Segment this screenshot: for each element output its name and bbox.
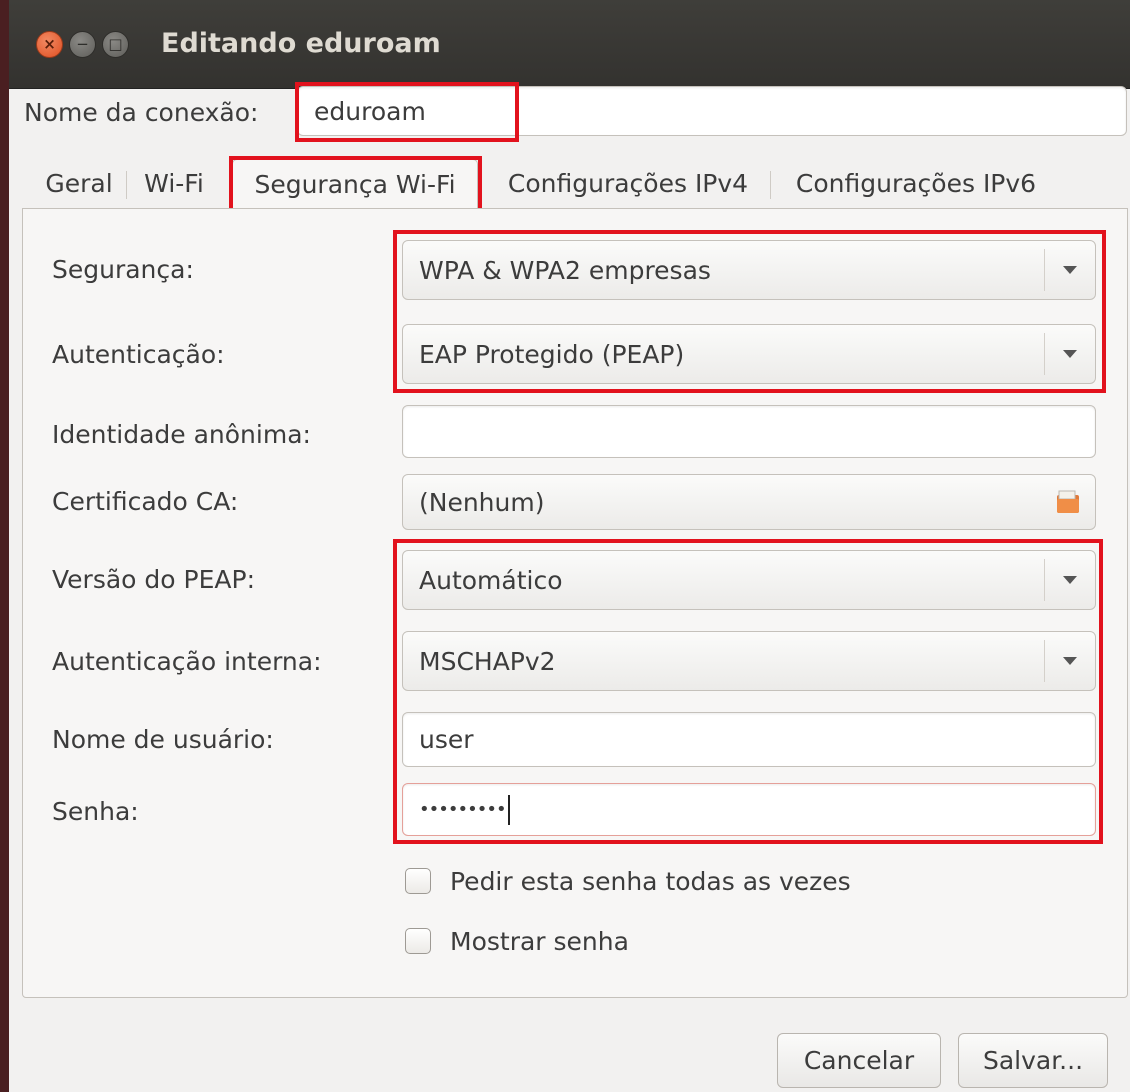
username-label: Nome de usuário: <box>52 725 274 754</box>
ca-certificate-value: (Nenhum) <box>419 487 545 517</box>
tab-wifi[interactable]: Wi-Fi <box>130 159 218 209</box>
show-password-label[interactable]: Mostrar senha <box>450 922 629 962</box>
close-button[interactable]: × <box>36 31 63 58</box>
maximize-icon: □ <box>108 35 123 53</box>
show-password-checkbox[interactable] <box>405 928 431 954</box>
ca-certificate-label: Certificado CA: <box>52 487 239 516</box>
cancel-button[interactable]: Cancelar <box>777 1033 941 1088</box>
combo-separator <box>1044 249 1045 291</box>
authentication-combo[interactable]: EAP Protegido (PEAP) <box>402 324 1096 384</box>
security-combo[interactable]: WPA & WPA2 empresas <box>402 240 1096 300</box>
peap-version-combo[interactable]: Automático <box>402 550 1096 610</box>
inner-authentication-combo[interactable]: MSCHAPv2 <box>402 631 1096 691</box>
save-button[interactable]: Salvar... <box>958 1033 1108 1088</box>
chevron-down-icon <box>1063 266 1077 274</box>
minimize-icon: − <box>76 35 89 53</box>
username-value: user <box>419 725 474 754</box>
combo-separator <box>1044 640 1045 682</box>
window-title: Editando eduroam <box>161 28 441 59</box>
title-bar: × − □ Editando eduroam <box>9 0 1130 89</box>
anonymous-identity-label: Identidade anônima: <box>52 420 311 449</box>
connection-name-input[interactable]: eduroam <box>297 86 1127 136</box>
anonymous-identity-input[interactable] <box>402 405 1096 458</box>
text-cursor <box>507 794 510 825</box>
tab-ipv6-settings[interactable]: Configurações IPv6 <box>774 159 1058 209</box>
window-left-edge <box>0 0 9 1092</box>
connection-name-label: Nome da conexão: <box>24 98 259 127</box>
tab-separator <box>770 171 771 199</box>
inner-authentication-label: Autenticação interna: <box>52 647 322 676</box>
authentication-value: EAP Protegido (PEAP) <box>419 339 685 369</box>
chevron-down-icon <box>1063 576 1077 584</box>
ask-password-label[interactable]: Pedir esta senha todas as vezes <box>450 862 851 902</box>
minimize-button[interactable]: − <box>69 31 96 58</box>
tab-wifi-security[interactable]: Segurança Wi-Fi <box>232 159 478 209</box>
password-value: ••••••••• <box>419 799 507 820</box>
tab-separator <box>126 171 127 199</box>
inner-authentication-value: MSCHAPv2 <box>419 646 556 676</box>
chevron-down-icon <box>1063 657 1077 665</box>
tab-geral[interactable]: Geral <box>28 159 130 209</box>
tab-ipv4-settings[interactable]: Configurações IPv4 <box>486 159 770 209</box>
username-input[interactable]: user <box>402 712 1096 767</box>
security-label: Segurança: <box>52 255 194 284</box>
combo-separator <box>1044 333 1045 375</box>
folder-icon <box>1057 490 1079 513</box>
peap-version-value: Automático <box>419 565 563 595</box>
connection-name-value: eduroam <box>314 96 426 126</box>
peap-version-label: Versão do PEAP: <box>52 565 255 594</box>
ca-certificate-chooser[interactable]: (Nenhum) <box>402 474 1096 530</box>
password-label: Senha: <box>52 797 139 826</box>
maximize-button[interactable]: □ <box>102 31 129 58</box>
password-input[interactable]: ••••••••• <box>402 783 1096 836</box>
chevron-down-icon <box>1063 350 1077 358</box>
close-icon: × <box>43 35 56 53</box>
security-value: WPA & WPA2 empresas <box>419 255 711 285</box>
combo-separator <box>1044 559 1045 601</box>
authentication-label: Autenticação: <box>52 340 225 369</box>
ask-password-checkbox[interactable] <box>405 868 431 894</box>
